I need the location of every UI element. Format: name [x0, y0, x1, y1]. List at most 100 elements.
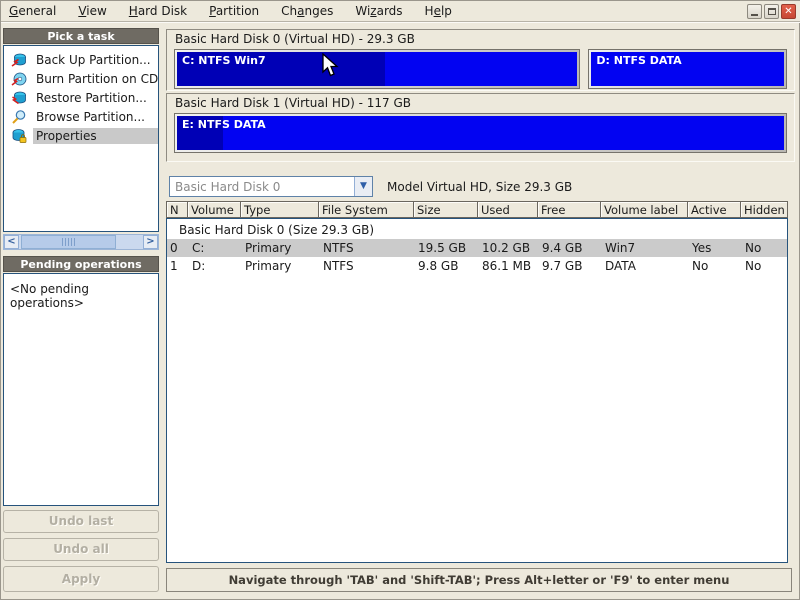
- column-header-volume-label[interactable]: Volume label: [601, 201, 688, 218]
- burn-cd-icon: [11, 72, 27, 86]
- scroll-track[interactable]: [19, 235, 143, 249]
- scroll-right-arrow[interactable]: >: [143, 235, 158, 249]
- task-browse-partition[interactable]: Browse Partition...: [4, 107, 158, 126]
- task-label: Browse Partition...: [36, 109, 145, 124]
- scroll-thumb[interactable]: [21, 235, 116, 249]
- cell-n: 0: [170, 241, 178, 255]
- task-label: Back Up Partition...: [36, 52, 151, 67]
- properties-disk-icon: [12, 128, 27, 143]
- cell-used: 86.1 MB: [482, 259, 532, 273]
- task-list: Back Up Partition... Burn Partition on C…: [3, 45, 159, 232]
- cell-used: 10.2 GB: [482, 241, 531, 255]
- table-row[interactable]: 0 C: Primary NTFS 19.5 GB 10.2 GB 9.4 GB…: [167, 239, 787, 257]
- disk-group-row[interactable]: Basic Hard Disk 0 (Size 29.3 GB): [167, 222, 787, 239]
- menu-changes[interactable]: Changes: [281, 4, 333, 18]
- partition-c-fill: C: NTFS Win7: [177, 52, 577, 86]
- undo-last-button[interactable]: Undo last: [3, 510, 159, 533]
- column-header-volume[interactable]: Volume: [188, 201, 241, 218]
- cell-volume: D:: [192, 259, 206, 273]
- menu-help[interactable]: Help: [425, 4, 452, 18]
- disk-model-info: Model Virtual HD, Size 29.3 GB: [387, 180, 573, 194]
- cell-size: 19.5 GB: [418, 241, 467, 255]
- disk0-panel: Basic Hard Disk 0 (Virtual HD) - 29.3 GB…: [166, 29, 795, 91]
- menu-partition[interactable]: Partition: [209, 4, 259, 18]
- partition-c[interactable]: C: NTFS Win7: [174, 49, 580, 89]
- window-controls: ✕: [747, 4, 796, 19]
- minimize-button[interactable]: [747, 4, 762, 19]
- apply-button[interactable]: Apply: [3, 566, 159, 592]
- menu-wizards[interactable]: Wizards: [355, 4, 402, 18]
- disk1-panel: Basic Hard Disk 1 (Virtual HD) - 117 GB …: [166, 93, 795, 162]
- backup-disk-icon: [11, 53, 26, 67]
- column-header-size[interactable]: Size: [414, 201, 478, 218]
- maximize-icon: [767, 8, 776, 15]
- column-header-free[interactable]: Free: [538, 201, 601, 218]
- partition-e[interactable]: E: NTFS DATA: [174, 113, 787, 153]
- chevron-down-icon[interactable]: ▼: [354, 177, 372, 196]
- scroll-thumb-grip: [62, 238, 75, 246]
- menu-separator: [1, 21, 800, 23]
- cell-free: 9.7 GB: [542, 259, 583, 273]
- partition-d-label: D: NTFS DATA: [596, 54, 682, 67]
- cell-hidden: No: [745, 259, 762, 273]
- table-row[interactable]: 1 D: Primary NTFS 9.8 GB 86.1 MB 9.7 GB …: [167, 257, 787, 275]
- partition-c-label: C: NTFS Win7: [182, 54, 266, 67]
- partition-d-fill: D: NTFS DATA: [591, 52, 784, 86]
- task-label: Burn Partition on CD c: [36, 71, 158, 86]
- cell-filesystem: NTFS: [323, 241, 354, 255]
- cell-active: No: [692, 259, 709, 273]
- disk1-title: Basic Hard Disk 1 (Virtual HD) - 117 GB: [175, 96, 412, 110]
- task-burn-partition[interactable]: Burn Partition on CD c: [4, 69, 158, 88]
- cell-size: 9.8 GB: [418, 259, 459, 273]
- menu-bar: General View Hard Disk Partition Changes…: [1, 1, 800, 21]
- cell-type: Primary: [245, 259, 292, 273]
- scroll-left-arrow[interactable]: <: [4, 235, 19, 249]
- cell-filesystem: NTFS: [323, 259, 354, 273]
- browse-magnifier-icon: [12, 109, 26, 124]
- cell-n: 1: [170, 259, 178, 273]
- task-label: Restore Partition...: [36, 90, 147, 105]
- task-backup-partition[interactable]: Back Up Partition...: [4, 50, 158, 69]
- partition-e-label: E: NTFS DATA: [182, 118, 266, 131]
- close-icon: ✕: [784, 5, 793, 17]
- partition-e-fill: E: NTFS DATA: [177, 116, 784, 150]
- undo-all-button[interactable]: Undo all: [3, 538, 159, 561]
- restore-disk-icon: [11, 91, 26, 104]
- column-header-n[interactable]: N: [166, 201, 188, 218]
- cell-free: 9.4 GB: [542, 241, 583, 255]
- disk1-partitions: E: NTFS DATA: [174, 113, 787, 153]
- menu-general[interactable]: General: [9, 4, 56, 18]
- pending-empty-text: <No pending operations>: [10, 282, 89, 310]
- column-header-used[interactable]: Used: [478, 201, 538, 218]
- menu-hard-disk[interactable]: Hard Disk: [129, 4, 187, 18]
- minimize-icon: [751, 14, 758, 16]
- volume-list: Basic Hard Disk 0 (Size 29.3 GB) 0 C: Pr…: [166, 218, 788, 563]
- pick-a-task-header: Pick a task: [3, 28, 159, 44]
- cell-volume: C:: [192, 241, 205, 255]
- cell-type: Primary: [245, 241, 292, 255]
- pending-operations-header: Pending operations: [3, 256, 159, 272]
- menu-view[interactable]: View: [78, 4, 106, 18]
- status-bar: Navigate through 'TAB' and 'Shift-TAB'; …: [166, 568, 792, 592]
- cell-volume-label: DATA: [605, 259, 636, 273]
- pending-operations-list: <No pending operations>: [3, 273, 159, 506]
- close-button[interactable]: ✕: [781, 4, 796, 19]
- task-restore-partition[interactable]: Restore Partition...: [4, 88, 158, 107]
- column-header-type[interactable]: Type: [241, 201, 319, 218]
- column-header-filesystem[interactable]: File System: [319, 201, 414, 218]
- cell-active: Yes: [692, 241, 712, 255]
- column-header-active[interactable]: Active: [688, 201, 741, 218]
- task-properties[interactable]: Properties: [4, 126, 158, 145]
- disk-selector-dropdown[interactable]: Basic Hard Disk 0 ▼: [169, 176, 373, 197]
- maximize-button[interactable]: [764, 4, 779, 19]
- disk0-title: Basic Hard Disk 0 (Virtual HD) - 29.3 GB: [175, 32, 415, 46]
- disk0-partitions: C: NTFS Win7 D: NTFS DATA: [174, 49, 787, 89]
- partition-d[interactable]: D: NTFS DATA: [588, 49, 787, 89]
- table-header-row: N Volume Type File System Size Used Free…: [166, 201, 788, 218]
- disk-selector-value: Basic Hard Disk 0: [175, 179, 281, 194]
- task-label: Properties: [33, 127, 158, 144]
- task-list-hscrollbar: < >: [3, 234, 159, 250]
- cell-hidden: No: [745, 241, 762, 255]
- cell-volume-label: Win7: [605, 241, 636, 255]
- column-header-hidden[interactable]: Hidden: [741, 201, 788, 218]
